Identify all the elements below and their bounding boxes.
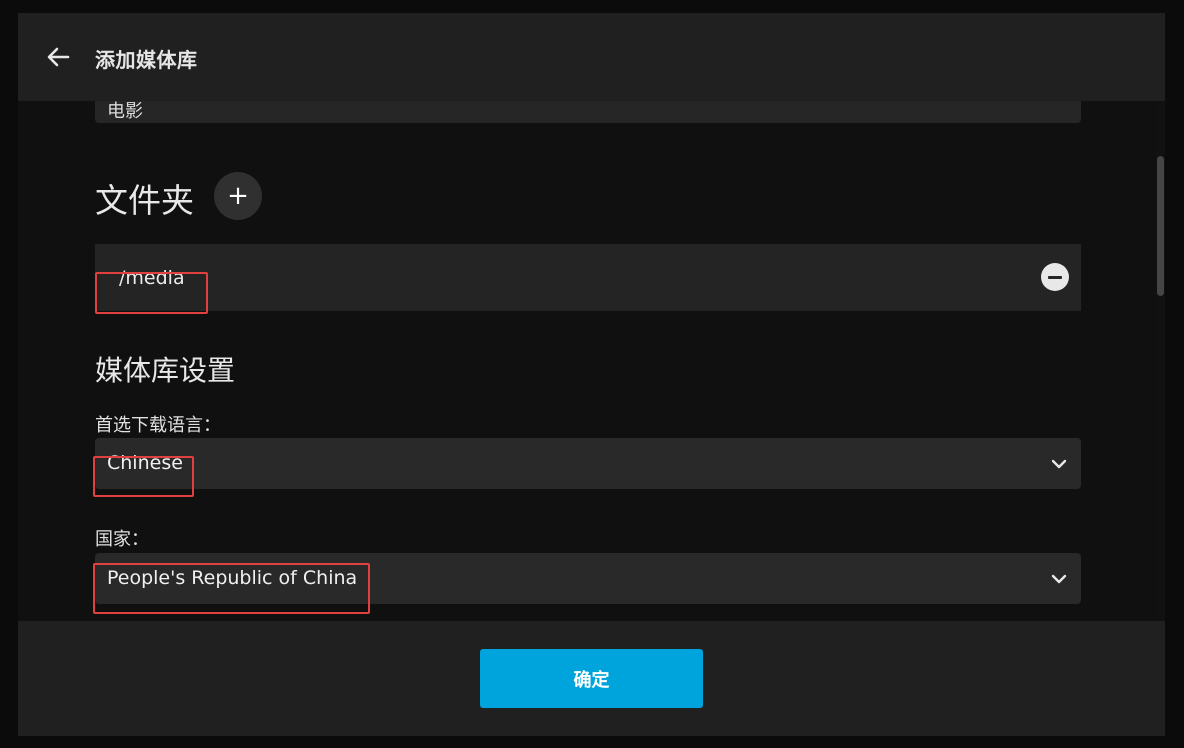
minus-icon bbox=[1048, 275, 1062, 279]
library-settings-title: 媒体库设置 bbox=[95, 354, 236, 387]
country-select[interactable]: People's Republic of China bbox=[95, 553, 1081, 604]
arrow-left-icon bbox=[47, 47, 70, 67]
ok-button[interactable]: 确定 bbox=[480, 649, 703, 708]
folder-path[interactable]: /media bbox=[119, 267, 185, 289]
dialog-footer: 确定 bbox=[18, 621, 1165, 736]
folders-title: 文件夹 bbox=[95, 181, 194, 220]
country-label: 国家： bbox=[95, 529, 149, 550]
library-name-input[interactable]: 电影 bbox=[95, 101, 1081, 123]
library-name-value: 电影 bbox=[107, 101, 143, 122]
language-select[interactable]: Chinese bbox=[95, 438, 1081, 489]
back-button[interactable] bbox=[42, 43, 74, 71]
folder-item: /media bbox=[95, 244, 1081, 311]
remove-folder-button[interactable] bbox=[1041, 263, 1069, 291]
chevron-down-icon bbox=[1051, 459, 1067, 469]
country-value: People's Republic of China bbox=[107, 567, 358, 589]
language-label: 首选下载语言： bbox=[95, 415, 221, 436]
content-scrollbar[interactable] bbox=[1156, 101, 1165, 621]
dialog-content: 电影 文件夹 + /media 媒体库设置 首选下载语言： Chinese 国家… bbox=[18, 101, 1165, 621]
add-library-dialog: 添加媒体库 电影 文件夹 + /media 媒体库设置 首选下载语言： Chin… bbox=[18, 13, 1165, 736]
page-title: 添加媒体库 bbox=[95, 48, 198, 72]
chevron-down-icon bbox=[1051, 574, 1067, 584]
add-folder-button[interactable]: + bbox=[214, 172, 262, 220]
dialog-header: 添加媒体库 bbox=[18, 13, 1165, 101]
language-value: Chinese bbox=[107, 452, 183, 474]
scrollbar-thumb[interactable] bbox=[1157, 156, 1164, 296]
